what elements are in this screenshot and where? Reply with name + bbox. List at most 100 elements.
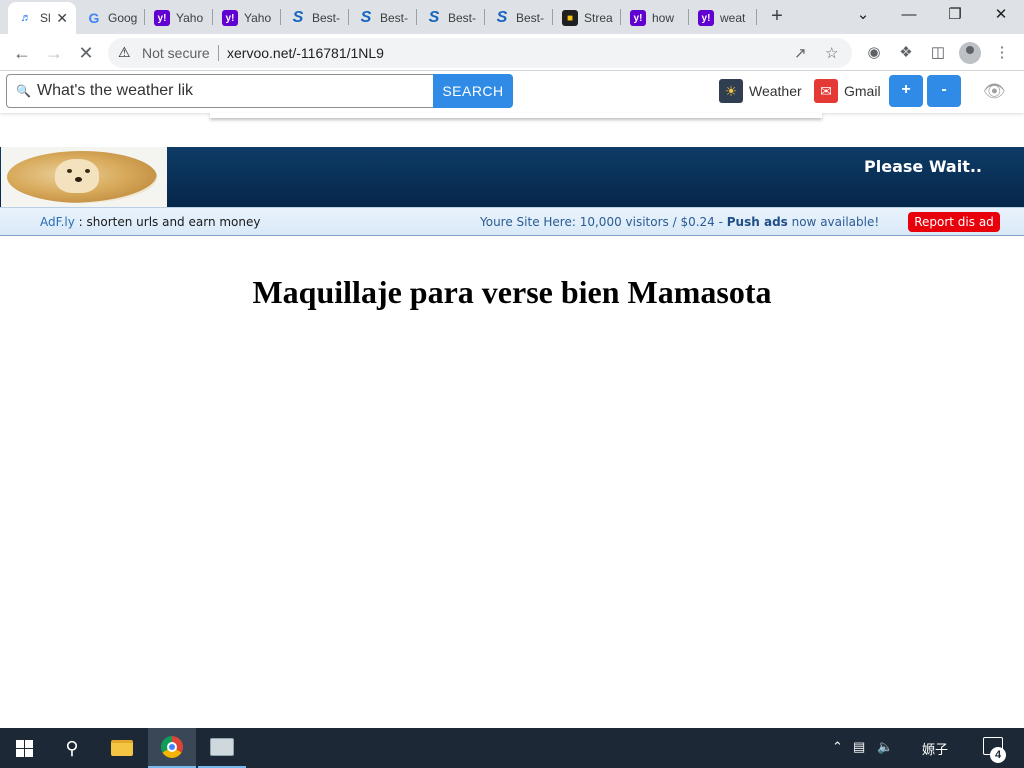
app-window-icon (210, 738, 234, 756)
page-title: Maquillaje para verse bien Mamasota (252, 274, 772, 310)
search-icon: 🔍 (16, 84, 31, 98)
search-button[interactable]: SEARCH (433, 74, 513, 108)
weather-label: Weather (749, 83, 802, 99)
browser-toolbar: ← → ✕ ⚠ Not secure xervoo.net/-116781/1N… (0, 34, 1024, 71)
s-favicon-icon: S (360, 9, 372, 26)
promo-bold: Push ads (726, 215, 788, 229)
plus-button[interactable]: + (889, 75, 923, 107)
adfly-promo[interactable]: Youre Site Here: 10,000 visitors / $0.24… (480, 215, 879, 229)
app-taskbar-icon[interactable] (198, 728, 246, 768)
tab-title: Best- (312, 11, 341, 25)
doge-nose (75, 177, 82, 182)
bookmark-star-icon[interactable]: ☆ (825, 44, 838, 62)
forward-arrow-icon[interactable]: → (40, 39, 68, 67)
search-input[interactable] (37, 80, 427, 102)
search-taskbar-icon[interactable]: ⚲ (48, 728, 96, 768)
hide-eye-icon[interactable]: 👁 (983, 81, 1006, 102)
tab-yahoo-1[interactable]: y! Yaho (144, 2, 212, 34)
tab-title: weat (720, 11, 746, 25)
tab-strip: ♬ Sl ✕ G Goog y! Yaho y! Yaho S Best- S … (0, 0, 1024, 34)
tab-yahoo-2[interactable]: y! Yaho (212, 2, 280, 34)
tab-best-1[interactable]: S Best- (280, 2, 348, 34)
report-ad-button[interactable]: Report dis ad (908, 212, 1000, 232)
weather-link[interactable]: ☀ Weather (719, 79, 802, 103)
yahoo-favicon-icon: y! (698, 10, 714, 26)
chrome-taskbar-icon[interactable] (148, 728, 196, 768)
yahoo-favicon-icon: y! (630, 10, 646, 26)
extension-search-bar: 🔍 SEARCH ☀ Weather ✉ Gmail + - 👁 (0, 71, 1024, 113)
new-tab-plus-icon[interactable]: + (766, 6, 788, 28)
adfly-header: Please Wait.. (0, 147, 1024, 207)
adfly-tagline-text: : shorten urls and earn money (74, 215, 261, 229)
google-favicon-icon: G (88, 10, 100, 26)
start-windows-icon[interactable] (0, 728, 48, 768)
menu-kebab-icon[interactable]: ⋮ (991, 42, 1013, 64)
doge-eye (67, 169, 72, 173)
windows-logo-icon (15, 739, 33, 757)
notification-count-badge: 4 (990, 747, 1006, 763)
doge-eye (85, 169, 90, 173)
tab-weather[interactable]: y! weat (688, 2, 756, 34)
s-favicon-icon: S (496, 9, 508, 26)
doge-face (55, 159, 99, 193)
cube-favicon-icon: ■ (562, 10, 578, 26)
tab-title: Sl (40, 11, 51, 25)
close-window-icon[interactable]: ✕ (978, 4, 1024, 28)
tab-separator (756, 9, 757, 25)
search-dropdown-edge (210, 113, 822, 118)
tab-title: Yaho (176, 11, 204, 25)
adfly-brand-link[interactable]: AdF.ly (40, 215, 75, 229)
tab-active[interactable]: ♬ Sl ✕ (8, 2, 76, 34)
yahoo-favicon-icon: y! (154, 10, 170, 26)
sl-favicon-icon: ♬ (20, 12, 32, 24)
s-favicon-icon: S (428, 9, 440, 26)
share-icon[interactable]: ↗ (794, 44, 807, 62)
adfly-subbar: AdF.ly : shorten urls and earn money You… (0, 207, 1024, 236)
folder-icon (111, 740, 133, 756)
back-arrow-icon[interactable]: ← (8, 39, 36, 67)
minimize-icon[interactable]: — (886, 4, 932, 28)
yahoo-favicon-icon: y! (222, 10, 238, 26)
extension-cookie-icon[interactable]: ◉ (863, 42, 885, 64)
tab-title: Yaho (244, 11, 272, 25)
tab-title: Strea (584, 11, 613, 25)
profile-avatar-icon[interactable] (959, 42, 981, 64)
tab-close-icon[interactable]: ✕ (56, 10, 68, 27)
extensions-puzzle-icon[interactable]: ❖ (895, 42, 917, 64)
promo-tail: now available! (787, 215, 880, 229)
tab-title: how (652, 11, 675, 25)
restore-icon[interactable]: ❐ (932, 4, 978, 28)
security-label[interactable]: Not secure (142, 45, 210, 61)
chrome-logo-icon (161, 736, 183, 758)
tab-best-2[interactable]: S Best- (348, 2, 416, 34)
omnibox[interactable]: ⚠ Not secure xervoo.net/-116781/1NL9 ↗ ☆ (108, 38, 852, 68)
tab-title: Best- (380, 11, 409, 25)
side-panel-icon[interactable]: ◫ (927, 42, 949, 64)
volume-icon[interactable]: 🔈 (877, 739, 893, 755)
file-explorer-icon[interactable] (98, 728, 146, 768)
tab-best-3[interactable]: S Best- (416, 2, 484, 34)
tab-best-4[interactable]: S Best- (484, 2, 552, 34)
network-icon[interactable]: ▤ (853, 739, 865, 755)
ime-label[interactable]: 嫄子 (922, 739, 948, 758)
please-wait-label: Please Wait.. (864, 157, 982, 176)
tab-stream[interactable]: ■ Strea (552, 2, 620, 34)
tab-google[interactable]: G Goog (76, 2, 144, 34)
tab-search-chevron-icon[interactable]: ⌄ (840, 4, 886, 28)
weather-icon: ☀ (719, 79, 743, 103)
mail-icon: ✉ (814, 79, 838, 103)
stop-loading-icon[interactable]: ✕ (72, 39, 100, 67)
search-box: 🔍 (6, 74, 434, 108)
doge-logo-image[interactable] (1, 147, 167, 207)
gmail-link[interactable]: ✉ Gmail (814, 79, 881, 103)
warning-triangle-icon[interactable]: ⚠ (118, 44, 131, 61)
tab-title: Best- (448, 11, 477, 25)
tab-how[interactable]: y! how (620, 2, 688, 34)
tray-chevron-up-icon[interactable]: ⌃ (832, 739, 843, 755)
adfly-tagline: AdF.ly : shorten urls and earn money (40, 215, 261, 229)
gmail-label: Gmail (844, 83, 881, 99)
s-favicon-icon: S (292, 9, 304, 26)
url-text[interactable]: xervoo.net/-116781/1NL9 (227, 45, 384, 61)
promo-text: Youre Site Here: 10,000 visitors / $0.24… (480, 215, 727, 229)
minus-button[interactable]: - (927, 75, 961, 107)
